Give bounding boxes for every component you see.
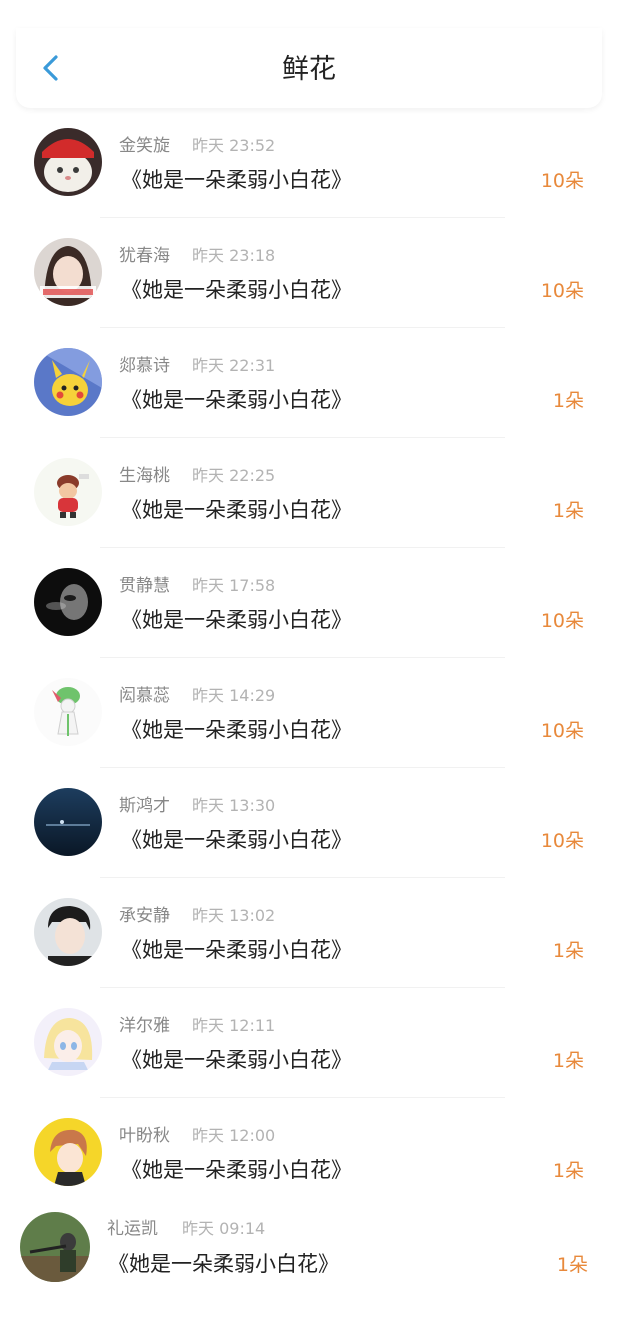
flower-count: 10朵	[540, 170, 584, 192]
navigation-bar: 鲜花	[16, 28, 602, 108]
sender-name: 郯慕诗	[119, 356, 170, 376]
girl-photo-avatar	[34, 238, 102, 306]
list-item[interactable]: 郯慕诗 昨天 22:31 《她是一朵柔弱小白花》 1朵	[0, 328, 640, 438]
page-title: 鲜花	[282, 54, 336, 85]
book-title: 《她是一朵柔弱小白花》	[121, 498, 352, 522]
book-title: 《她是一朵柔弱小白花》	[121, 168, 352, 192]
book-title: 《她是一朵柔弱小白花》	[121, 828, 352, 852]
avatar[interactable]	[34, 348, 102, 416]
timestamp: 昨天 22:25	[192, 466, 276, 485]
sender-name: 承安静	[119, 906, 170, 926]
flower-count: 1朵	[552, 940, 584, 962]
list-item[interactable]: 礼运凯 昨天 09:14 《她是一朵柔弱小白花》 1朵	[0, 1208, 640, 1318]
flower-count: 10朵	[540, 610, 584, 632]
flower-count: 10朵	[540, 720, 584, 742]
anime-boy-yellow-avatar	[34, 1118, 102, 1186]
flower-count: 1朵	[556, 1254, 588, 1276]
timestamp: 昨天 23:52	[192, 136, 276, 155]
book-title: 《她是一朵柔弱小白花》	[121, 388, 352, 412]
avatar[interactable]	[34, 898, 102, 966]
avatar[interactable]	[34, 1118, 102, 1186]
avatar[interactable]	[34, 678, 102, 746]
flower-count: 10朵	[540, 280, 584, 302]
list-item[interactable]: 贯静慧 昨天 17:58 《她是一朵柔弱小白花》 10朵	[0, 548, 640, 658]
list-item[interactable]: 生海桃 昨天 22:25 《她是一朵柔弱小白花》 1朵	[0, 438, 640, 548]
book-title: 《她是一朵柔弱小白花》	[121, 1158, 352, 1182]
avatar[interactable]	[34, 238, 102, 306]
sender-name: 贯静慧	[119, 576, 170, 596]
list-item[interactable]: 犹春海 昨天 23:18 《她是一朵柔弱小白花》 10朵	[0, 218, 640, 328]
sender-name: 犹春海	[119, 246, 170, 266]
book-title: 《她是一朵柔弱小白花》	[121, 718, 352, 742]
avatar[interactable]	[34, 458, 102, 526]
pikachu-avatar	[34, 348, 102, 416]
avatar[interactable]	[20, 1212, 90, 1282]
sender-name: 斯鸿才	[119, 796, 170, 816]
list-item[interactable]: 斯鸿才 昨天 13:30 《她是一朵柔弱小白花》 10朵	[0, 768, 640, 878]
dark-portrait-avatar	[34, 568, 102, 636]
timestamp: 昨天 13:30	[192, 796, 276, 815]
sender-name: 生海桃	[119, 466, 170, 486]
sender-name: 金笑旋	[119, 136, 170, 156]
anime-girl-avatar	[34, 1008, 102, 1076]
timestamp: 昨天 17:58	[192, 576, 276, 595]
sender-name: 礼运凯	[107, 1219, 158, 1239]
young-man-avatar	[34, 898, 102, 966]
flower-count: 10朵	[540, 830, 584, 852]
cat-red-cap-avatar	[34, 128, 102, 196]
book-title: 《她是一朵柔弱小白花》	[108, 1252, 339, 1276]
avatar[interactable]	[34, 568, 102, 636]
avatar[interactable]	[34, 128, 102, 196]
list-item[interactable]: 叶盼秋 昨天 12:00 《她是一朵柔弱小白花》 1朵	[0, 1098, 640, 1208]
timestamp: 昨天 12:00	[192, 1126, 276, 1145]
list-item[interactable]: 金笑旋 昨天 23:52 《她是一朵柔弱小白花》 10朵	[0, 108, 640, 218]
green-pokemon-avatar	[34, 678, 102, 746]
list-item[interactable]: 洋尔雅 昨天 12:11 《她是一朵柔弱小白花》 1朵	[0, 988, 640, 1098]
flower-count: 1朵	[552, 500, 584, 522]
timestamp: 昨天 14:29	[192, 686, 276, 705]
flower-count: 1朵	[552, 390, 584, 412]
flower-count: 1朵	[552, 1160, 584, 1182]
sender-name: 闳慕蕊	[119, 686, 170, 706]
avatar[interactable]	[34, 788, 102, 856]
timestamp: 昨天 13:02	[192, 906, 276, 925]
timestamp: 昨天 22:31	[192, 356, 276, 375]
cartoon-boy-avatar	[34, 458, 102, 526]
flower-count: 1朵	[552, 1050, 584, 1072]
list-item[interactable]: 闳慕蕊 昨天 14:29 《她是一朵柔弱小白花》 10朵	[0, 658, 640, 768]
sender-name: 叶盼秋	[119, 1126, 170, 1146]
book-title: 《她是一朵柔弱小白花》	[121, 278, 352, 302]
list-item[interactable]: 承安静 昨天 13:02 《她是一朵柔弱小白花》 1朵	[0, 878, 640, 988]
avatar[interactable]	[34, 1008, 102, 1076]
book-title: 《她是一朵柔弱小白花》	[121, 1048, 352, 1072]
sender-name: 洋尔雅	[119, 1016, 170, 1036]
timestamp: 昨天 23:18	[192, 246, 276, 265]
book-title: 《她是一朵柔弱小白花》	[121, 938, 352, 962]
book-title: 《她是一朵柔弱小白花》	[121, 608, 352, 632]
timestamp: 昨天 09:14	[182, 1219, 266, 1238]
timestamp: 昨天 12:11	[192, 1016, 276, 1035]
ocean-night-avatar	[34, 788, 102, 856]
hunter-outdoor-avatar	[20, 1212, 90, 1282]
